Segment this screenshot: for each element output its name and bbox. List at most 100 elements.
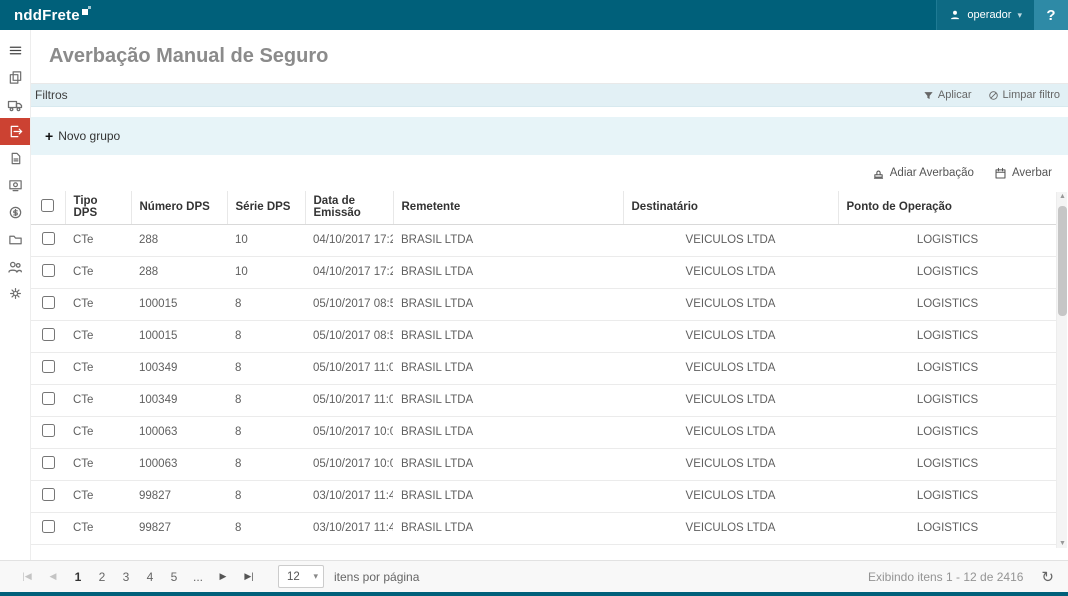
cell-serie-dps: 8 (227, 512, 305, 544)
cell-remetente: BRASIL LTDA (393, 320, 623, 352)
last-page-button[interactable]: ▶| (236, 571, 262, 582)
sidebar-item-settings[interactable] (0, 280, 30, 307)
chevron-down-icon: ▾ (313, 571, 323, 582)
table-row[interactable]: CTe 100063 8 05/10/2017 10:06 BRASIL LTD… (31, 416, 1057, 448)
new-group-button[interactable]: + Novo grupo (45, 129, 120, 143)
table-row[interactable]: CTe 100349 8 05/10/2017 11:07 BRASIL LTD… (31, 384, 1057, 416)
sidebar-item-monitor-cash[interactable] (0, 172, 30, 199)
sidebar-item-document[interactable] (0, 145, 30, 172)
cell-destinatario: VEICULOS LTDA (623, 512, 838, 544)
cell-destinatario: VEICULOS LTDA (623, 224, 838, 256)
row-checkbox[interactable] (42, 520, 55, 533)
row-checkbox[interactable] (42, 296, 55, 309)
table-row[interactable]: CTe 288 10 04/10/2017 17:26 BRASIL LTDA … (31, 256, 1057, 288)
page-size-select[interactable]: 12 ▾ (278, 565, 324, 588)
page-button-3[interactable]: 3 (114, 566, 138, 588)
page-size-value: 12 (279, 571, 300, 583)
scrollbar-thumb[interactable] (1058, 206, 1067, 316)
funnel-icon (923, 90, 934, 101)
cell-destinatario: VEICULOS LTDA (623, 256, 838, 288)
cell-ponto-operacao: LOGISTICS (838, 256, 1057, 288)
cell-destinatario: VEICULOS LTDA (623, 320, 838, 352)
cell-data-emissao: 03/10/2017 11:47 (305, 480, 393, 512)
refresh-icon[interactable]: ↻ (1041, 568, 1054, 586)
stamp-icon (872, 167, 885, 180)
export-icon (8, 124, 23, 139)
app-logo-text: nddFrete (14, 7, 80, 24)
previous-page-button[interactable]: ◀ (40, 571, 66, 582)
cell-ponto-operacao: LOGISTICS (838, 320, 1057, 352)
row-checkbox[interactable] (42, 392, 55, 405)
page-button-2[interactable]: 2 (90, 566, 114, 588)
sidebar-item-users[interactable] (0, 253, 30, 280)
sidebar-item-copy-pages[interactable] (0, 64, 30, 91)
cell-numero-dps: 99827 (131, 512, 227, 544)
next-page-button[interactable]: ▶ (210, 571, 236, 582)
row-select-cell (31, 288, 65, 320)
cell-destinatario: VEICULOS LTDA (623, 384, 838, 416)
cell-ponto-operacao: LOGISTICS (838, 448, 1057, 480)
sidebar (0, 30, 31, 560)
sidebar-item-truck[interactable] (0, 91, 30, 118)
column-header-numero-dps[interactable]: Número DPS (131, 191, 227, 224)
row-checkbox[interactable] (42, 328, 55, 341)
table-row[interactable]: CTe 99827 8 03/10/2017 11:47 BRASIL LTDA… (31, 512, 1057, 544)
table-row[interactable]: CTe 100349 8 05/10/2017 11:07 BRASIL LTD… (31, 352, 1057, 384)
select-all-checkbox[interactable] (41, 199, 54, 212)
table-row[interactable]: CTe 99827 8 03/10/2017 11:47 BRASIL LTDA… (31, 480, 1057, 512)
cell-data-emissao: 03/10/2017 11:47 (305, 512, 393, 544)
page-button-1[interactable]: 1 (66, 566, 90, 588)
table-row[interactable]: CTe 100015 8 05/10/2017 08:52 BRASIL LTD… (31, 288, 1057, 320)
scroll-up-icon[interactable]: ▲ (1057, 193, 1068, 200)
finance-icon (8, 205, 23, 220)
row-checkbox[interactable] (42, 456, 55, 469)
clear-filter-button[interactable]: Limpar filtro (988, 89, 1060, 101)
row-select-cell (31, 416, 65, 448)
postpone-averbacao-button[interactable]: Adiar Averbação (872, 167, 974, 180)
page-button-4[interactable]: 4 (138, 566, 162, 588)
grid-header: Tipo DPS Número DPS Série DPS Data de Em… (31, 191, 1057, 224)
row-checkbox[interactable] (42, 488, 55, 501)
apply-filter-button[interactable]: Aplicar (923, 89, 972, 101)
column-header-remetente[interactable]: Remetente (393, 191, 623, 224)
table-row[interactable]: CTe 100015 8 05/10/2017 08:52 BRASIL LTD… (31, 320, 1057, 352)
cell-ponto-operacao: LOGISTICS (838, 224, 1057, 256)
user-icon (949, 9, 961, 21)
page-button-5[interactable]: 5 (162, 566, 186, 588)
filters-bar: Filtros Aplicar Limpar filtro (31, 84, 1068, 107)
cell-numero-dps: 288 (131, 256, 227, 288)
row-checkbox[interactable] (42, 264, 55, 277)
cell-serie-dps: 8 (227, 352, 305, 384)
row-checkbox[interactable] (42, 424, 55, 437)
column-header-destinatario[interactable]: Destinatário (623, 191, 838, 224)
document-icon (8, 151, 23, 166)
sidebar-item-menu[interactable] (0, 37, 30, 64)
vertical-scrollbar[interactable]: ▲ ▼ (1056, 192, 1067, 548)
table-row[interactable]: CTe 288 10 04/10/2017 17:26 BRASIL LTDA … (31, 224, 1057, 256)
cell-remetente: BRASIL LTDA (393, 256, 623, 288)
cell-ponto-operacao: LOGISTICS (838, 512, 1057, 544)
table-row[interactable]: CTe 100063 8 05/10/2017 10:06 BRASIL LTD… (31, 448, 1057, 480)
more-pages-button[interactable]: ... (186, 570, 210, 584)
sidebar-item-export[interactable] (0, 118, 30, 145)
page-title: Averbação Manual de Seguro (49, 45, 328, 68)
row-checkbox[interactable] (42, 232, 55, 245)
cell-data-emissao: 04/10/2017 17:26 (305, 256, 393, 288)
row-select-cell (31, 256, 65, 288)
users-icon (7, 259, 23, 275)
column-header-data-emissao[interactable]: Data de Emissão (305, 191, 393, 224)
cell-tipo-dps: CTe (65, 320, 131, 352)
sidebar-item-finance[interactable] (0, 199, 30, 226)
row-checkbox[interactable] (42, 360, 55, 373)
column-header-ponto-operacao[interactable]: Ponto de Operação (838, 191, 1057, 224)
user-menu[interactable]: operador ▾ (936, 0, 1034, 30)
sidebar-item-fleet[interactable] (0, 226, 30, 253)
averbar-button[interactable]: Averbar (994, 167, 1052, 180)
first-page-button[interactable]: |◀ (14, 571, 40, 582)
scroll-down-icon[interactable]: ▼ (1057, 540, 1068, 547)
cell-destinatario: VEICULOS LTDA (623, 288, 838, 320)
column-header-tipo-dps[interactable]: Tipo DPS (65, 191, 131, 224)
column-header-serie-dps[interactable]: Série DPS (227, 191, 305, 224)
help-button[interactable]: ? (1034, 0, 1068, 30)
cell-numero-dps: 99827 (131, 480, 227, 512)
